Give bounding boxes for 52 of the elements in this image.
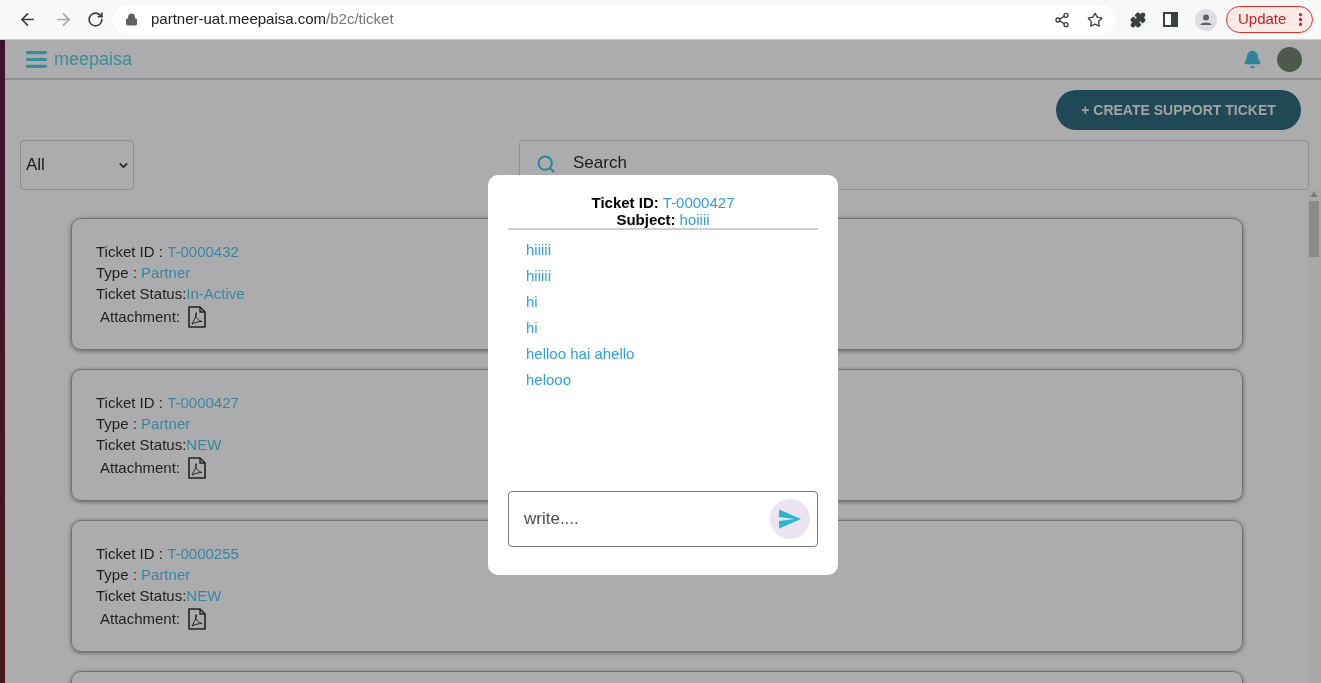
search-field[interactable]: Search bbox=[519, 140, 1309, 190]
reload-icon[interactable] bbox=[86, 11, 104, 28]
update-button[interactable]: Update bbox=[1226, 6, 1314, 33]
pdf-icon[interactable] bbox=[188, 608, 207, 630]
url-text[interactable]: partner-uat.meepaisa.com/b2c/ticket bbox=[151, 8, 394, 31]
ticket-field-label: Ticket ID : bbox=[96, 242, 164, 262]
subject-label: Subject: bbox=[616, 211, 676, 228]
ticket-field-label: Ticket Status: bbox=[96, 435, 187, 455]
create-ticket-button[interactable]: + CREATE SUPPORT TICKET bbox=[1056, 90, 1301, 130]
share-icon[interactable] bbox=[1054, 11, 1070, 28]
attachment-label: Attachment: bbox=[100, 306, 181, 327]
subject-value: hoiiii bbox=[679, 211, 710, 228]
pdf-icon[interactable] bbox=[188, 306, 207, 328]
ticket-field-value: Partner bbox=[141, 263, 191, 283]
ticket-field-label: Ticket Status: bbox=[96, 284, 187, 304]
ticket-id-value: T-0000427 bbox=[662, 194, 735, 211]
ticket-field-value: Partner bbox=[141, 565, 191, 585]
ticket-field-value: T-0000255 bbox=[167, 544, 239, 564]
ticket-field-value: NEW bbox=[186, 435, 222, 455]
message-input[interactable]: write.... bbox=[508, 491, 818, 547]
ticket-field-label: Ticket Status: bbox=[96, 586, 187, 606]
address-bar[interactable]: partner-uat.meepaisa.com/b2c/ticket bbox=[113, 4, 1115, 35]
ticket-field-label: Ticket ID : bbox=[96, 393, 164, 413]
bookmark-star-icon[interactable] bbox=[1087, 11, 1103, 28]
filter-select[interactable]: All bbox=[20, 140, 134, 190]
ticket-field-value: NEW bbox=[186, 586, 222, 606]
ticket-id-label: Ticket ID: bbox=[591, 194, 659, 211]
chat-message: hiiiii bbox=[526, 240, 551, 260]
profile-icon[interactable] bbox=[1195, 8, 1217, 31]
attachment-label: Attachment: bbox=[100, 457, 181, 478]
pdf-icon[interactable] bbox=[188, 457, 207, 479]
ticket-field-value: T-0000427 bbox=[167, 393, 239, 413]
ticket-field-value: T-0000432 bbox=[167, 242, 239, 262]
side-panel-icon[interactable] bbox=[1163, 12, 1178, 27]
avatar[interactable] bbox=[1277, 46, 1302, 72]
ticket-field-label: Ticket ID : bbox=[96, 544, 164, 564]
ticket-field-value: Partner bbox=[141, 414, 191, 434]
ticket-field-label: Type : bbox=[96, 414, 138, 434]
chat-message: hiiiii bbox=[526, 266, 551, 286]
extensions-icon[interactable] bbox=[1130, 11, 1146, 28]
ticket-field-label: Type : bbox=[96, 263, 138, 283]
scrollbar-thumb[interactable] bbox=[1309, 201, 1319, 257]
chat-message: helloo hai ahello bbox=[526, 344, 635, 364]
chat-message: hi bbox=[526, 318, 538, 338]
ticket-field-label: Type : bbox=[96, 565, 138, 585]
chat-message: helooo bbox=[526, 370, 572, 390]
attachment-label: Attachment: bbox=[100, 608, 181, 629]
search-icon bbox=[536, 154, 556, 174]
send-icon bbox=[779, 509, 801, 529]
lock-icon[interactable] bbox=[125, 13, 138, 26]
chat-message: hi bbox=[526, 292, 538, 312]
ticket-field-value: In-Active bbox=[186, 284, 245, 304]
